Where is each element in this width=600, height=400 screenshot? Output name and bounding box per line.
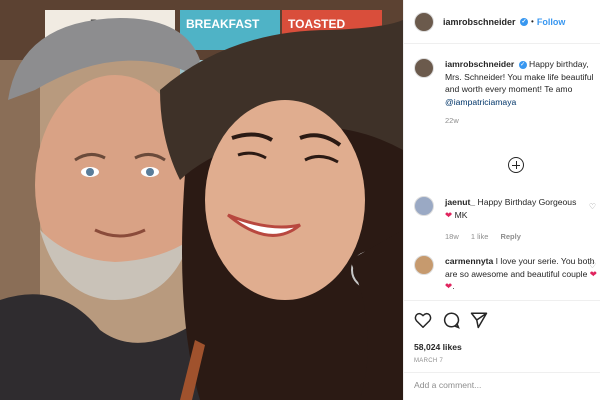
comment-likes[interactable]: 1 like bbox=[471, 232, 489, 241]
comment-item: jaenut_ Happy Birthday Gorgeous ❤ MK 18w… bbox=[414, 196, 600, 244]
header-username[interactable]: iamrobschneider ✓ bbox=[443, 16, 529, 27]
comment-text: Happy Birthday Gorgeous bbox=[477, 197, 577, 207]
action-icons bbox=[414, 311, 591, 334]
author-avatar[interactable] bbox=[414, 11, 434, 32]
post-photo[interactable]: BOWLS BREAKFAST TOASTED bbox=[0, 0, 403, 400]
header-username-text: iamrobschneider bbox=[443, 16, 516, 27]
likes-count[interactable]: 58,024 likes bbox=[414, 342, 591, 352]
comment-meta: 18w 1 like Reply bbox=[445, 231, 600, 244]
commenter-avatar[interactable] bbox=[414, 255, 434, 275]
comment-like-icon[interactable]: ♡ bbox=[589, 261, 596, 270]
post-header: iamrobschneider ✓ • Follow bbox=[404, 0, 600, 44]
share-icon[interactable] bbox=[470, 311, 488, 334]
more-comments-icon[interactable] bbox=[508, 157, 524, 173]
heart-icon[interactable] bbox=[414, 312, 432, 333]
comment-item: carmennyta I love your serie. You both a… bbox=[414, 255, 600, 293]
post-date[interactable]: MARCH 7 bbox=[414, 358, 591, 364]
sign-toasted: TOASTED bbox=[288, 17, 345, 31]
caption-author-avatar[interactable] bbox=[414, 58, 434, 78]
comment-icon[interactable] bbox=[442, 311, 460, 334]
post-side-panel: iamrobschneider ✓ • Follow iamrobschneid… bbox=[403, 0, 600, 400]
caption-mention-link[interactable]: @iampatriciamaya bbox=[445, 97, 516, 107]
commenter-avatar[interactable] bbox=[414, 196, 434, 216]
heart-emoji: ❤ bbox=[445, 209, 453, 220]
sign-breakfast: BREAKFAST bbox=[186, 17, 260, 31]
post-caption: iamrobschneider ✓ Happy birthday, Mrs. S… bbox=[414, 58, 600, 128]
reply-button[interactable]: Reply bbox=[500, 232, 520, 241]
header-separator: • bbox=[531, 17, 534, 26]
comment-time[interactable]: 18w bbox=[445, 232, 459, 241]
comment-username[interactable]: jaenut_ bbox=[445, 197, 475, 207]
follow-button[interactable]: Follow bbox=[537, 17, 566, 27]
caption-username[interactable]: iamrobschneider bbox=[445, 59, 514, 69]
comment-end: . bbox=[452, 281, 455, 291]
comment-like-icon[interactable]: ♡ bbox=[589, 202, 596, 211]
add-comment-input[interactable]: Add a comment... bbox=[404, 372, 600, 400]
verified-badge-icon: ✓ bbox=[520, 18, 529, 27]
comment-username[interactable]: carmennyta bbox=[445, 256, 493, 266]
comment-suffix: MK bbox=[454, 209, 468, 220]
caption-verified-badge-icon: ✓ bbox=[518, 60, 527, 69]
caption-timestamp[interactable]: 22w bbox=[445, 115, 600, 128]
